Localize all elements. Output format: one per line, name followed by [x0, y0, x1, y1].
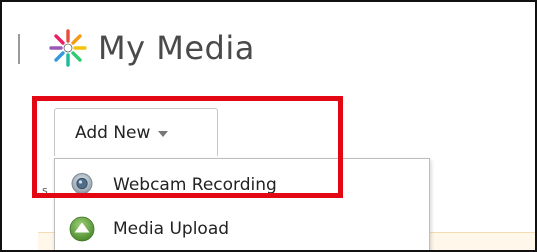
menu-item-label: Media Upload [113, 219, 230, 239]
upload-icon [69, 216, 95, 242]
sidebar-rail [18, 34, 20, 64]
add-new-label: Add New [75, 122, 151, 143]
menu-item-webcam-recording[interactable]: Webcam Recording [55, 165, 429, 205]
add-new-button[interactable]: Add New [54, 108, 218, 156]
background-text-fragment: s [42, 184, 48, 197]
webcam-icon [71, 173, 93, 197]
sidebar-edge [2, 2, 20, 250]
chevron-down-icon [158, 130, 169, 137]
page-header: My Media [48, 24, 255, 72]
menu-item-label: Webcam Recording [113, 175, 277, 195]
add-new-dropdown-menu: Webcam Recording Media Upload [54, 158, 430, 250]
menu-item-media-upload[interactable]: Media Upload [55, 209, 429, 249]
top-bar [24, 2, 535, 14]
my-media-logo-icon [49, 29, 87, 67]
page-title: My Media [98, 29, 255, 67]
screenshot-frame: My Media s Add New Webcam Recording Medi… [0, 0, 537, 252]
